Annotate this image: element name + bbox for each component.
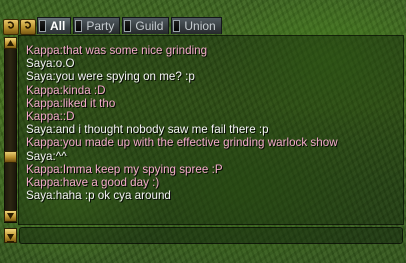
chat-message: Kappa:kinda :D (26, 83, 106, 97)
arrow-up-icon (7, 40, 14, 46)
chat-scrollbar[interactable] (4, 37, 17, 223)
chat-log-icon[interactable] (20, 19, 36, 35)
arrow-down-icon (7, 213, 14, 219)
scroll-thumb[interactable] (4, 151, 17, 163)
chat-message: Kappa:liked it tho (26, 96, 116, 110)
tab-label: All (50, 18, 66, 33)
tab-all[interactable]: All (37, 17, 72, 34)
scroll-down-button[interactable] (4, 210, 17, 222)
chat-message: Kappa:you made up with the effective gri… (26, 136, 338, 150)
chat-tab-bar: All Party Guild Union (3, 17, 224, 35)
scroll-to-bottom-button[interactable] (4, 228, 17, 243)
tab-marker-icon (75, 20, 83, 32)
tab-union[interactable]: Union (171, 17, 222, 34)
chat-message: Saya:haha :p ok cya around (26, 189, 171, 203)
chat-message: Kappa:that was some nice grinding (26, 44, 208, 57)
tab-marker-icon (39, 20, 46, 32)
chat-message: Saya:^^ (26, 149, 67, 163)
tab-party[interactable]: Party (73, 17, 121, 34)
chat-message: Kappa:have a good day :) (26, 176, 160, 190)
tab-label: Union (184, 18, 216, 33)
chat-message-list: Kappa:that was some nice grinding Saya:o.… (26, 44, 404, 202)
chat-message: Saya:o.O (26, 57, 75, 71)
chat-input[interactable] (19, 227, 403, 244)
chat-message: Kappa:Imma keep my spying spree :P (26, 162, 223, 176)
chat-message: Saya:and i thought nobody saw me fail th… (26, 123, 269, 137)
tab-label: Party (86, 18, 115, 33)
scroll-up-button[interactable] (4, 37, 17, 49)
arrow-down-icon (7, 234, 14, 243)
chat-option-icon[interactable] (3, 19, 19, 35)
chat-message: Kappa::D (26, 110, 75, 124)
tab-marker-icon (173, 20, 181, 32)
tab-guild[interactable]: Guild (122, 17, 170, 34)
tab-marker-icon (124, 20, 132, 32)
tab-label: Guild (135, 18, 164, 33)
chat-message: Saya:you were spying on me? :p (26, 70, 195, 84)
